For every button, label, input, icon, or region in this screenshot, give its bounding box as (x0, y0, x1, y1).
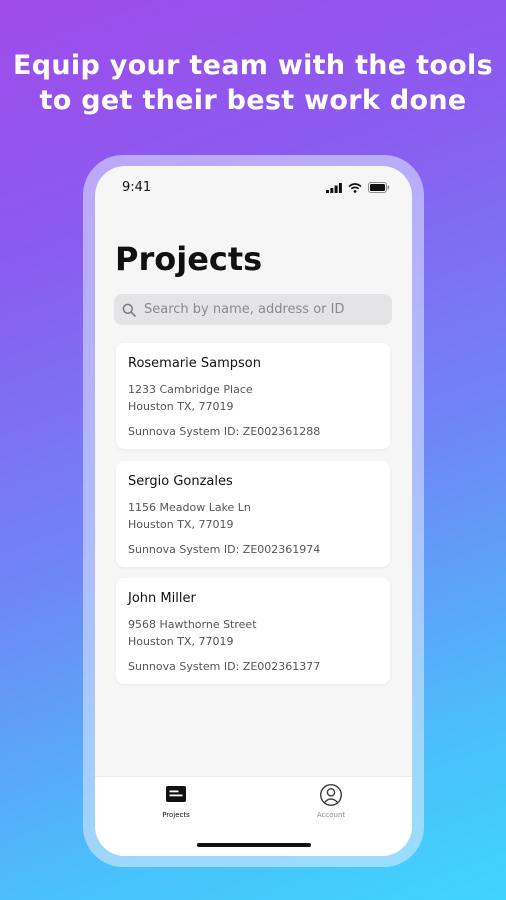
search-icon (122, 303, 136, 317)
account-icon (319, 783, 343, 807)
project-city: Houston TX, 77019 (128, 635, 234, 648)
project-system-id: Sunnova System ID: ZE002361974 (128, 543, 321, 556)
project-card[interactable]: John Miller 9568 Hawthorne Street Housto… (116, 578, 390, 684)
home-indicator (197, 843, 311, 847)
promo-headline: Equip your team with the tools to get th… (0, 48, 506, 118)
tab-account-label: Account (316, 811, 346, 819)
project-name: Rosemarie Sampson (128, 356, 261, 371)
page-title: Projects (115, 240, 263, 278)
project-system-id: Sunnova System ID: ZE002361288 (128, 425, 321, 438)
project-system-id: Sunnova System ID: ZE002361377 (128, 660, 321, 673)
status-time: 9:41 (122, 180, 152, 195)
tab-projects[interactable]: Projects (131, 783, 221, 827)
project-street: 1233 Cambridge Place (128, 383, 253, 396)
tab-projects-label: Projects (162, 811, 190, 819)
headline-line-1: Equip your team with the tools (13, 50, 493, 81)
project-card[interactable]: Sergio Gonzales 1156 Meadow Lake Ln Hous… (116, 461, 390, 567)
phone-screen: 9:41 Projects Search by name, address or… (95, 166, 412, 856)
status-icons (326, 182, 390, 193)
tab-account[interactable]: Account (286, 783, 376, 827)
wifi-icon (348, 182, 362, 193)
project-street: 1156 Meadow Lake Ln (128, 501, 251, 514)
project-city: Houston TX, 77019 (128, 518, 234, 531)
project-name: Sergio Gonzales (128, 474, 233, 489)
project-name: John Miller (128, 591, 196, 606)
search-bar[interactable] (114, 294, 392, 325)
headline-line-2: to get their best work done (39, 85, 467, 116)
search-input[interactable] (142, 301, 386, 318)
projects-icon (164, 783, 188, 807)
cellular-signal-icon (326, 182, 342, 193)
project-street: 9568 Hawthorne Street (128, 618, 257, 631)
project-city: Houston TX, 77019 (128, 400, 234, 413)
project-card[interactable]: Rosemarie Sampson 1233 Cambridge Place H… (116, 343, 390, 449)
status-bar: 9:41 (95, 166, 412, 210)
battery-icon (368, 182, 390, 193)
